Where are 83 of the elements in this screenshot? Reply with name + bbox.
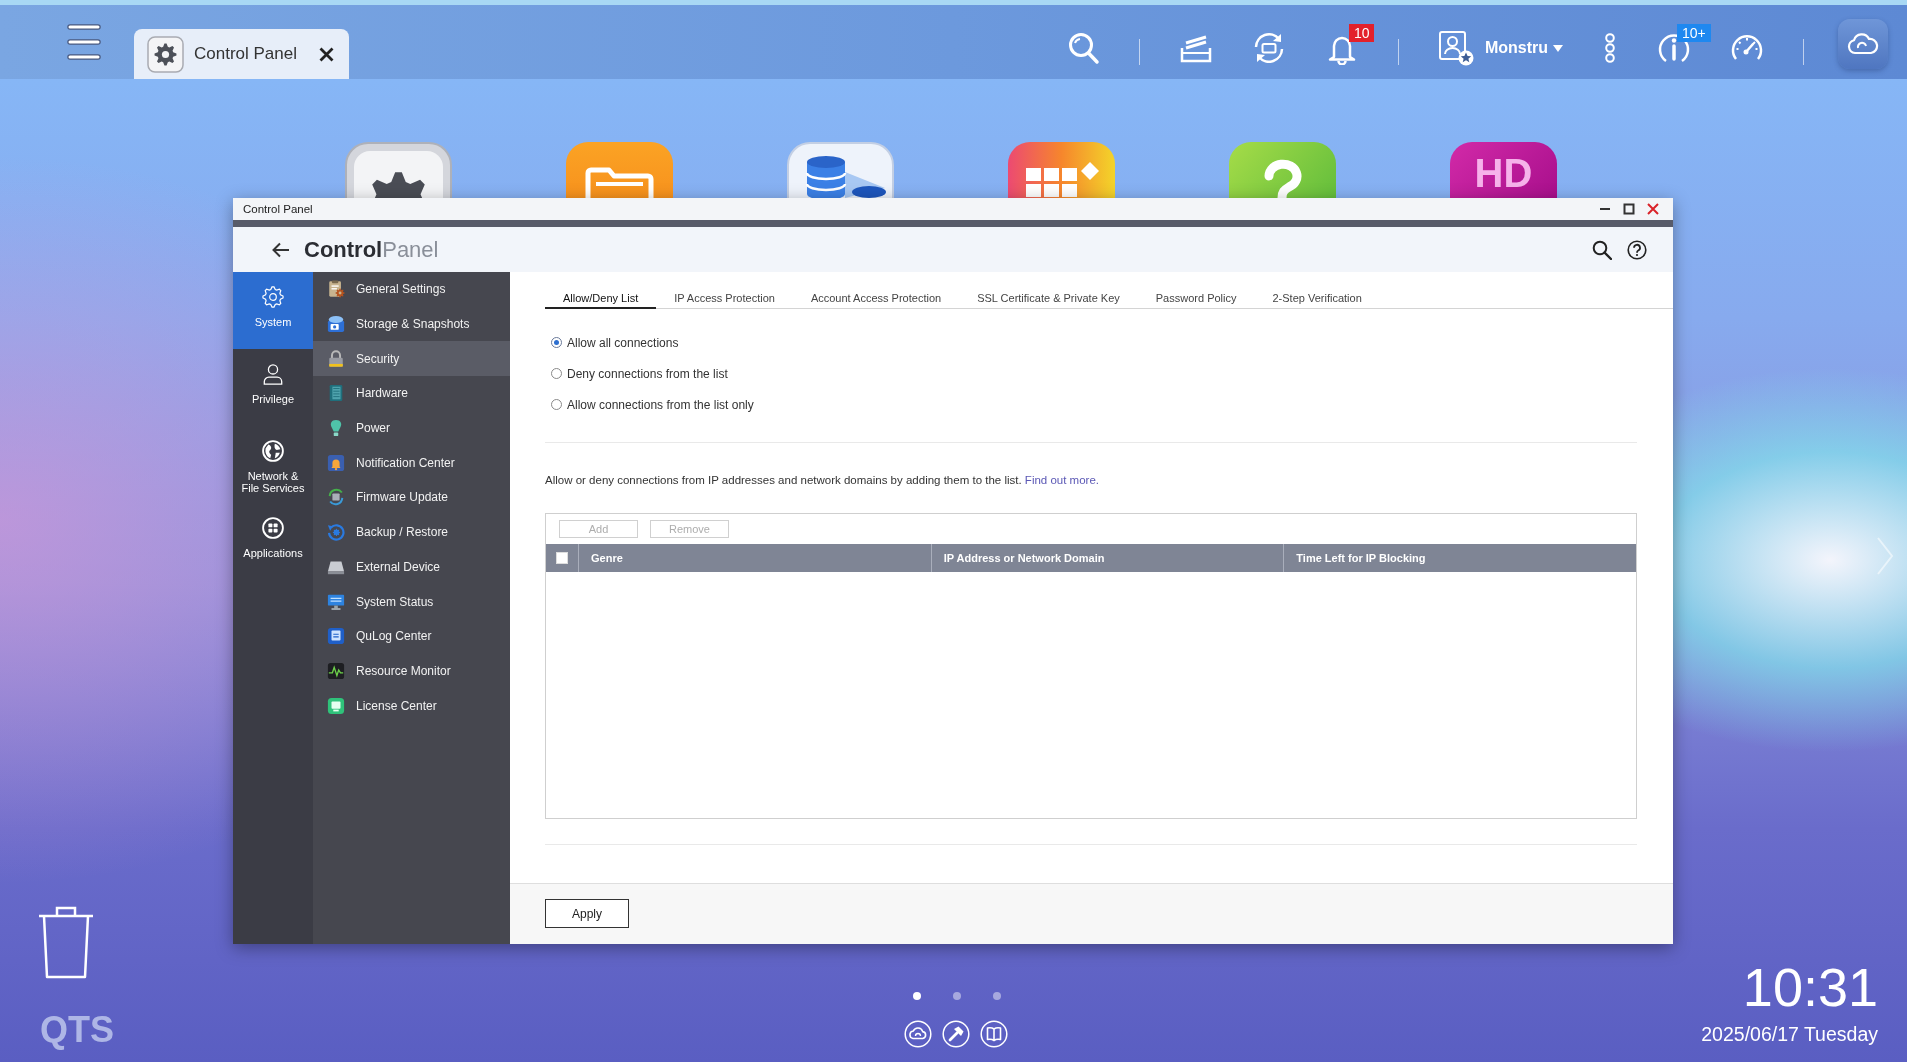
description-text: Allow or deny connections from IP addresses and network domains by adding them to the list. Find out more. bbox=[545, 473, 1100, 488]
help-icon[interactable] bbox=[1627, 239, 1647, 260]
category-item[interactable]: System bbox=[233, 272, 313, 349]
tab[interactable]: 2-Step Verification bbox=[1254, 272, 1380, 309]
gear-app-icon[interactable] bbox=[345, 142, 452, 198]
gear-icon bbox=[262, 286, 284, 308]
menu-icon[interactable] bbox=[67, 24, 101, 60]
radio-button[interactable] bbox=[551, 399, 562, 410]
menu-item[interactable]: System Status bbox=[313, 584, 510, 619]
column-header[interactable]: IP Address or Network Domain bbox=[930, 544, 1284, 572]
category-item[interactable]: Applications bbox=[233, 503, 313, 580]
lock-icon bbox=[327, 349, 345, 368]
circular-arrow-icon bbox=[327, 523, 345, 542]
hammer-icon[interactable] bbox=[942, 1020, 970, 1048]
pulse-tile-icon bbox=[327, 661, 345, 680]
menu-item[interactable]: Resource Monitor bbox=[313, 653, 510, 689]
apps-icon bbox=[262, 517, 284, 539]
more-icon[interactable] bbox=[1602, 31, 1618, 65]
maximize-icon[interactable] bbox=[1623, 203, 1635, 215]
menu-item[interactable]: Firmware Update bbox=[313, 480, 510, 515]
page-dot[interactable] bbox=[913, 992, 921, 1000]
cabinet-icon bbox=[327, 384, 345, 403]
radio-option[interactable]: Allow connections from the list only bbox=[545, 389, 754, 420]
cloud-icon bbox=[1847, 33, 1879, 55]
cloud-circle-icon[interactable] bbox=[904, 1020, 932, 1048]
folder-app-icon[interactable] bbox=[566, 142, 673, 198]
search-icon[interactable] bbox=[1592, 239, 1612, 260]
clipboard-icon bbox=[327, 280, 345, 299]
menu-item[interactable]: License Center bbox=[313, 688, 510, 723]
app-title: ControlPanel bbox=[304, 236, 439, 263]
notification-count: 10 bbox=[1348, 24, 1375, 42]
database-app-icon[interactable] bbox=[787, 142, 894, 198]
gear-icon bbox=[147, 35, 184, 73]
window-title: Control Panel bbox=[243, 203, 313, 215]
question-mark-app-icon[interactable] bbox=[1229, 142, 1336, 198]
radio-option[interactable]: Allow all connections bbox=[545, 327, 679, 358]
menu-item[interactable]: Security bbox=[313, 341, 510, 377]
radio-button[interactable] bbox=[551, 368, 562, 379]
document-tile-icon bbox=[327, 627, 345, 646]
menu-item[interactable]: Backup / Restore bbox=[313, 514, 510, 550]
cloud-button[interactable] bbox=[1838, 19, 1888, 69]
menu-item[interactable]: QuLog Center bbox=[313, 618, 510, 654]
tiles-app-icon[interactable] bbox=[1008, 142, 1115, 198]
menu-item[interactable]: External Device bbox=[313, 549, 510, 585]
globe-icon bbox=[262, 440, 284, 462]
trash-icon[interactable] bbox=[37, 904, 95, 980]
menu-item[interactable]: Hardware bbox=[313, 376, 510, 411]
book-icon[interactable] bbox=[980, 1020, 1008, 1048]
radio-button[interactable] bbox=[551, 337, 562, 348]
clock-date: 2025/06/17 Tuesday bbox=[1701, 1023, 1878, 1045]
clock-time: 10:31 bbox=[1742, 958, 1878, 1016]
tab[interactable]: Password Policy bbox=[1137, 272, 1255, 309]
tab[interactable]: SSL Certificate & Private Key bbox=[959, 272, 1138, 309]
radio-option[interactable]: Deny connections from the list bbox=[545, 358, 728, 389]
qts-logo: QTS bbox=[40, 1011, 114, 1049]
page-dot[interactable] bbox=[953, 992, 961, 1000]
bell-tile-icon bbox=[327, 453, 345, 472]
user-icon[interactable] bbox=[1437, 30, 1474, 66]
tab[interactable]: Account Access Protection bbox=[792, 272, 960, 309]
column-header[interactable]: Genre bbox=[578, 544, 931, 572]
monitor-icon bbox=[327, 592, 345, 611]
select-all-checkbox[interactable] bbox=[556, 552, 568, 564]
menu-item[interactable]: General Settings bbox=[313, 272, 510, 307]
menu-item[interactable]: Power bbox=[313, 410, 510, 446]
info-count: 10+ bbox=[1677, 24, 1711, 42]
screen-tile-icon bbox=[327, 696, 345, 715]
apply-button[interactable]: Apply bbox=[545, 899, 629, 928]
caret-icon bbox=[1553, 44, 1563, 52]
find-out-more-link[interactable]: Find out more. bbox=[1024, 474, 1099, 486]
menu-item[interactable]: Storage & Snapshots bbox=[313, 306, 510, 342]
column-header[interactable]: Time Left for IP Blocking bbox=[1283, 544, 1636, 572]
chip-refresh-icon bbox=[327, 488, 345, 507]
disk-stack-icon bbox=[327, 315, 345, 334]
tab[interactable]: IP Access Protection bbox=[656, 272, 793, 309]
tab[interactable]: Allow/Deny List bbox=[545, 272, 657, 309]
close-icon[interactable] bbox=[319, 46, 334, 62]
person-icon bbox=[262, 363, 284, 385]
page-dot[interactable] bbox=[993, 992, 1001, 1000]
category-item[interactable]: Privilege bbox=[233, 349, 313, 426]
back-arrow-icon[interactable] bbox=[272, 241, 290, 258]
menu-item[interactable]: Notification Center bbox=[313, 445, 510, 481]
app-tab[interactable]: Control Panel bbox=[134, 29, 349, 79]
category-item[interactable]: Network & File Services bbox=[233, 426, 313, 503]
